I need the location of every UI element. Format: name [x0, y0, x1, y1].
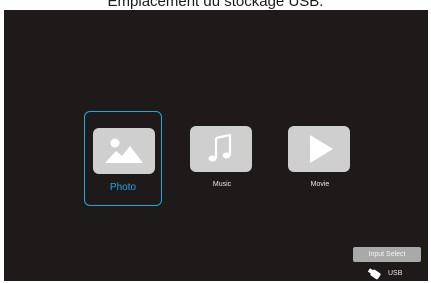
photo-icon [93, 128, 155, 174]
page-caption: Emplacement du stockage USB. [107, 0, 324, 10]
play-icon [288, 126, 350, 172]
tile-music-label: Music [212, 181, 232, 188]
music-note-icon [190, 126, 252, 172]
usb-source-indicator: USB [366, 267, 403, 280]
tile-movie[interactable]: Movie [284, 120, 356, 200]
tile-photo-label: Photo [109, 182, 137, 193]
input-select-button[interactable]: Input Select [353, 247, 421, 262]
tile-music[interactable]: Music [186, 120, 258, 200]
usb-source-label: USB [388, 269, 403, 277]
tile-movie-label: Movie [310, 181, 330, 188]
tile-photo[interactable]: Photo [84, 111, 162, 206]
page: Emplacement du stockage USB. Photo Music… [0, 0, 431, 283]
usb-stick-icon [366, 267, 382, 280]
media-player-screen: Photo Music Movie Input Select USB [4, 10, 428, 281]
